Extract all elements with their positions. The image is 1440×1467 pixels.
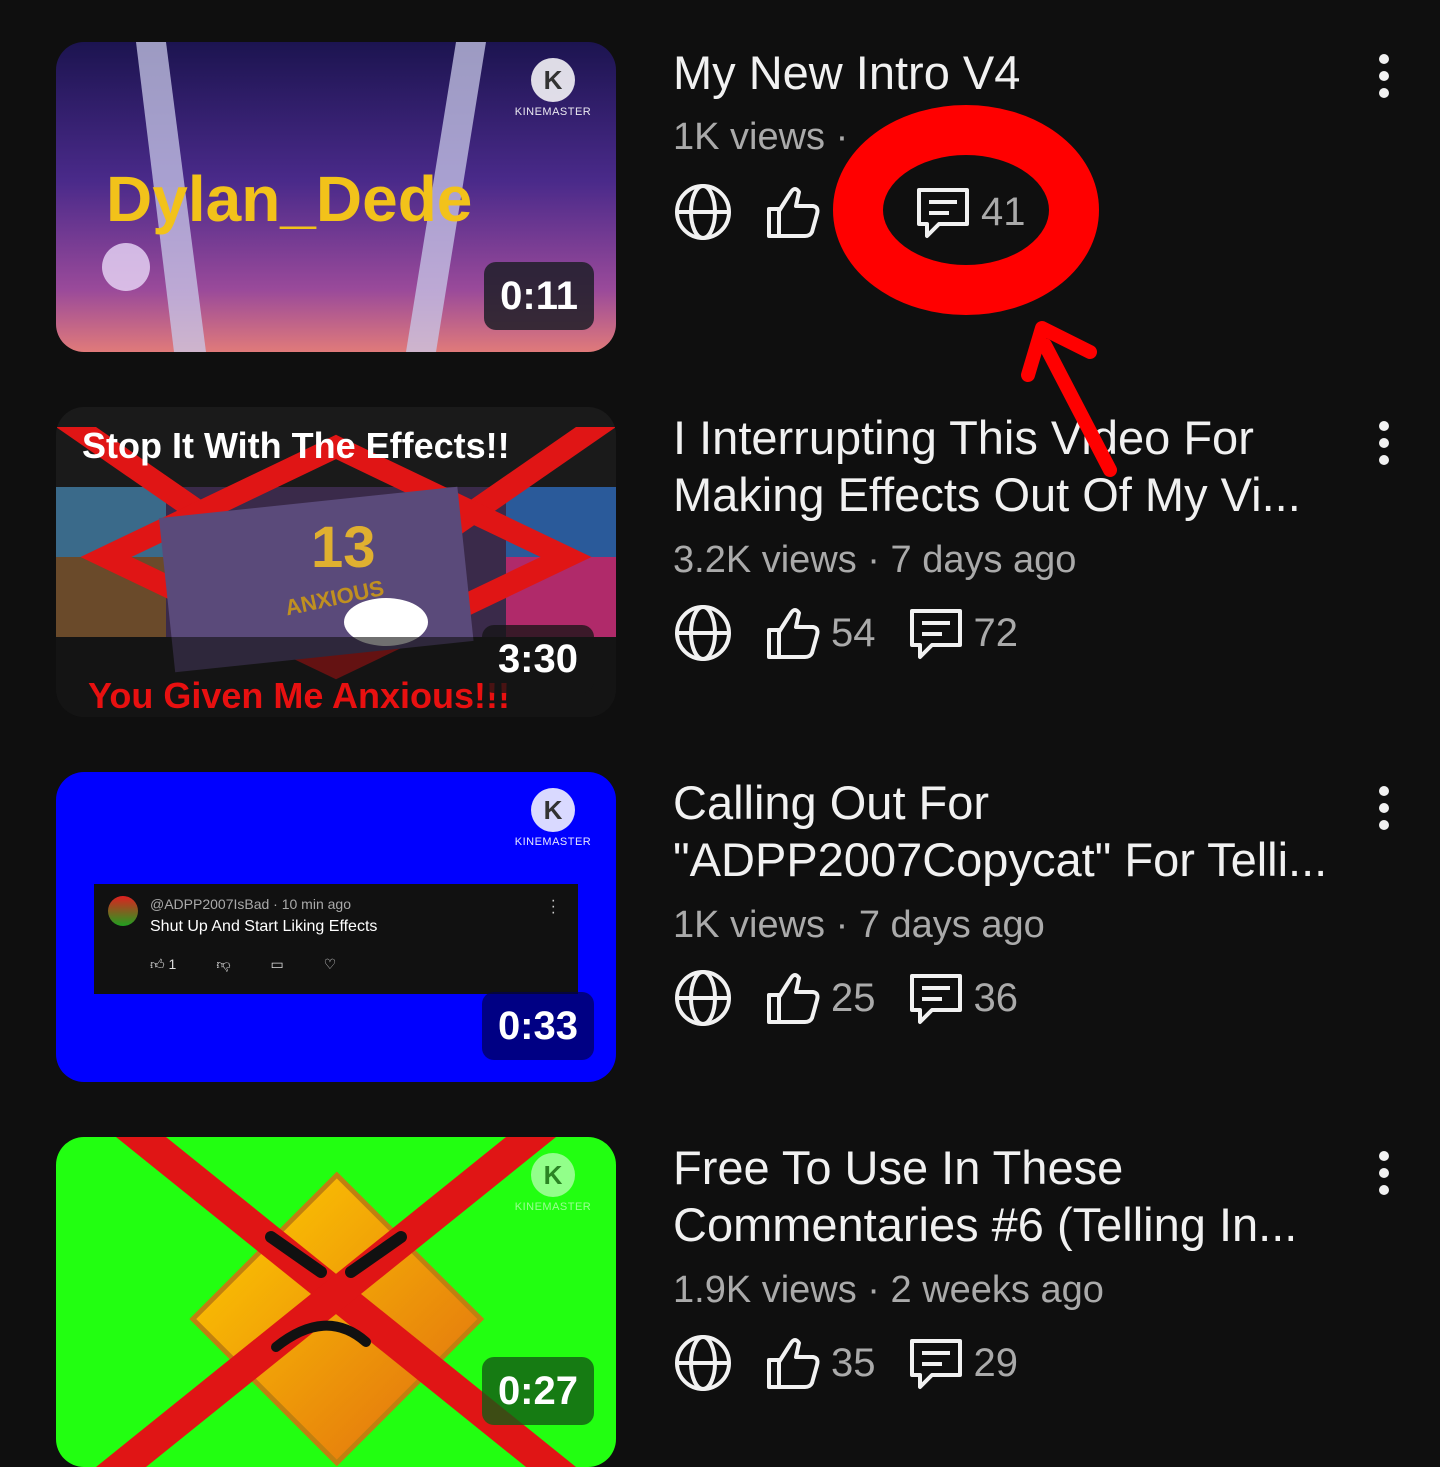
heart-icon: ♡ (323, 956, 337, 972)
svg-text:13: 13 (311, 515, 376, 580)
comment-icon[interactable] (906, 603, 966, 663)
video-thumbnail[interactable]: K KINEMASTER @ADPP2007IsBad · 10 min ago… (56, 772, 616, 1082)
video-thumbnail[interactable]: K KINEMASTER 0:27 (56, 1137, 616, 1467)
comment-count: 72 (973, 610, 1019, 655)
video-title[interactable]: I Interrupting This Video For Making Eff… (673, 409, 1343, 523)
thumbs-up-icon: 👍︎ 1 (150, 956, 177, 972)
video-meta: 1K views · (673, 116, 849, 158)
thumbs-up-icon[interactable] (763, 1333, 823, 1393)
comment-count: 36 (973, 975, 1019, 1020)
thumbs-down-icon: 👎︎ (216, 956, 231, 972)
video-stats: 54 72 (673, 601, 1018, 665)
kinemaster-logo: K KINEMASTER (508, 788, 598, 848)
video-title[interactable]: My New Intro V4 (673, 44, 1343, 101)
comment-count: 29 (973, 1340, 1019, 1385)
thumbs-up-icon[interactable] (763, 968, 823, 1028)
duration-badge: 3:30 (481, 625, 594, 693)
like-count: 54 (831, 610, 876, 655)
video-item[interactable]: K KINEMASTER @ADPP2007IsBad · 10 min ago… (0, 772, 1440, 1112)
video-thumbnail[interactable]: 13 ANXIOUS Stop It With The Effects!! Yo… (56, 407, 616, 717)
video-item[interactable]: K KINEMASTER 0:27 Free To Use In These C… (0, 1137, 1440, 1467)
comment-icon[interactable] (906, 968, 966, 1028)
comment-icon[interactable] (913, 182, 973, 242)
video-meta: 1K views · 7 days ago (673, 904, 1045, 946)
kinemaster-logo: K KINEMASTER (508, 58, 598, 118)
comment-icon: ▭ (270, 956, 284, 972)
like-count: 25 (831, 975, 876, 1020)
avatar (108, 896, 138, 926)
video-meta: 1.9K views · 2 weeks ago (673, 1269, 1104, 1311)
comment-count: 41 (981, 189, 1026, 234)
comment-text: Shut Up And Start Liking Effects (150, 918, 378, 935)
thumbnail-bottom-text: You Given Me Anxious!!! (88, 675, 511, 716)
thumbs-up-icon[interactable] (763, 182, 823, 242)
duration-badge: 0:33 (481, 992, 594, 1060)
duration-badge: 0:11 (484, 262, 594, 330)
globe-icon (675, 1335, 731, 1391)
video-title[interactable]: Calling Out For "ADPP2007Copycat" For Te… (673, 774, 1343, 888)
more-vertical-icon[interactable] (1364, 1147, 1404, 1197)
more-vertical-icon[interactable] (1364, 417, 1404, 467)
kinemaster-logo: K KINEMASTER (508, 1153, 598, 1213)
thumbnail-top-text: Stop It With The Effects!! (82, 425, 510, 466)
comment-card: @ADPP2007IsBad · 10 min ago Shut Up And … (94, 884, 578, 994)
more-vertical-icon: · · · (550, 892, 556, 921)
duration-badge: 0:27 (481, 1357, 594, 1425)
comment-icon[interactable] (906, 1333, 966, 1393)
video-meta: 3.2K views · 7 days ago (673, 539, 1077, 581)
more-vertical-icon[interactable] (1364, 782, 1404, 832)
video-item[interactable]: 13 ANXIOUS Stop It With The Effects!! Yo… (0, 407, 1440, 747)
video-stats: 25 36 (673, 966, 1018, 1030)
like-count: 35 (831, 1340, 876, 1385)
video-stats: 35 29 (673, 1331, 1018, 1395)
video-stats: 41 (673, 180, 1026, 244)
thumbs-up-icon[interactable] (763, 603, 823, 663)
thumbnail-title: Dylan_Dede (106, 163, 473, 235)
globe-icon (675, 970, 731, 1026)
video-thumbnail[interactable]: Dylan_Dede K KINEMASTER 0:11 (56, 42, 616, 352)
video-title[interactable]: Free To Use In These Commentaries #6 (Te… (673, 1139, 1343, 1253)
comment-handle: @ADPP2007IsBad · 10 min ago (150, 896, 351, 912)
video-item[interactable]: Dylan_Dede K KINEMASTER 0:11 My New Intr… (0, 42, 1440, 382)
more-vertical-icon[interactable] (1364, 50, 1404, 100)
globe-icon (675, 605, 731, 661)
globe-icon (675, 184, 731, 240)
